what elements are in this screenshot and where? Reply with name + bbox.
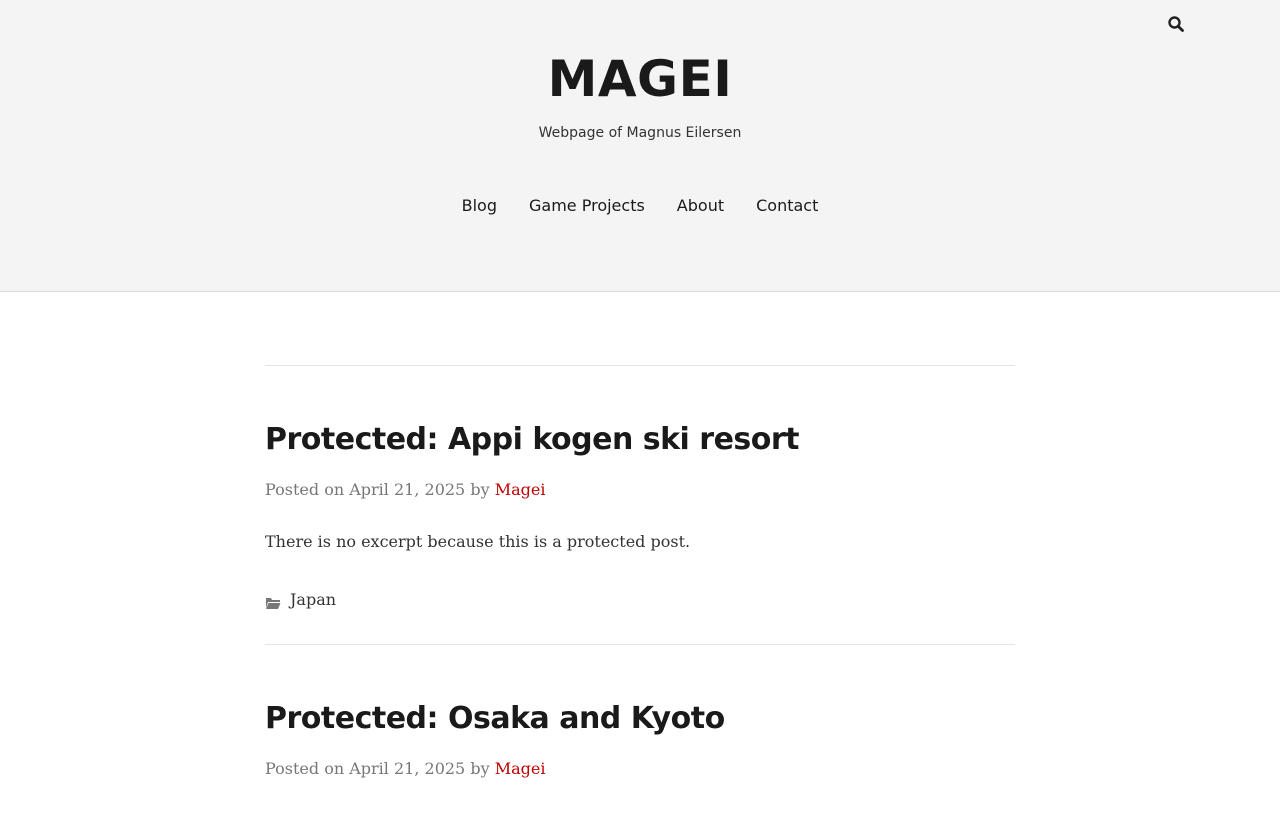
posted-on-label: Posted on bbox=[265, 759, 345, 778]
nav-item-game-projects[interactable]: Game Projects bbox=[529, 194, 645, 218]
post-date-link[interactable]: April 21, 2025 bbox=[349, 480, 465, 499]
nav-item-contact[interactable]: Contact bbox=[756, 194, 818, 218]
posted-on-label: Posted on bbox=[265, 480, 345, 499]
post-list: Protected: Appi kogen ski resort Posted … bbox=[265, 365, 1015, 813]
post-excerpt: There is no excerpt because this is a pr… bbox=[265, 532, 691, 551]
post-title: Protected: Appi kogen ski resort bbox=[265, 420, 1015, 460]
post-title-link[interactable]: Protected: Osaka and Kyoto bbox=[265, 701, 725, 736]
category-link[interactable]: Japan bbox=[290, 588, 336, 612]
post-title: Protected: Osaka and Kyoto bbox=[265, 699, 1015, 739]
site-description: Webpage of Magnus Eilersen bbox=[538, 125, 742, 141]
by-label: by bbox=[470, 759, 490, 778]
post-meta: Posted on April 21, 2025 by Magei bbox=[265, 757, 1015, 781]
by-label: by bbox=[470, 480, 490, 499]
post-entry: Protected: Osaka and Kyoto Posted on Apr… bbox=[265, 645, 1015, 813]
post-categories: Japan bbox=[265, 588, 1015, 612]
post-meta: Posted on April 21, 2025 by Magei bbox=[265, 478, 1015, 502]
post-entry: Protected: Appi kogen ski resort Posted … bbox=[265, 366, 1015, 645]
post-author-link[interactable]: Magei bbox=[495, 759, 546, 778]
nav-item-about[interactable]: About bbox=[677, 194, 724, 218]
main-navigation: Blog Game Projects About Contact bbox=[0, 194, 1280, 218]
search-icon[interactable] bbox=[1166, 14, 1186, 34]
post-date-link[interactable]: April 21, 2025 bbox=[349, 759, 465, 778]
site-header: MAGEI Webpage of Magnus Eilersen Blog Ga… bbox=[0, 0, 1280, 292]
site-title[interactable]: MAGEI bbox=[0, 46, 1280, 112]
post-title-link[interactable]: Protected: Appi kogen ski resort bbox=[265, 422, 800, 457]
folder-open-icon bbox=[265, 593, 281, 609]
nav-item-blog[interactable]: Blog bbox=[462, 194, 497, 218]
post-author-link[interactable]: Magei bbox=[495, 480, 546, 499]
